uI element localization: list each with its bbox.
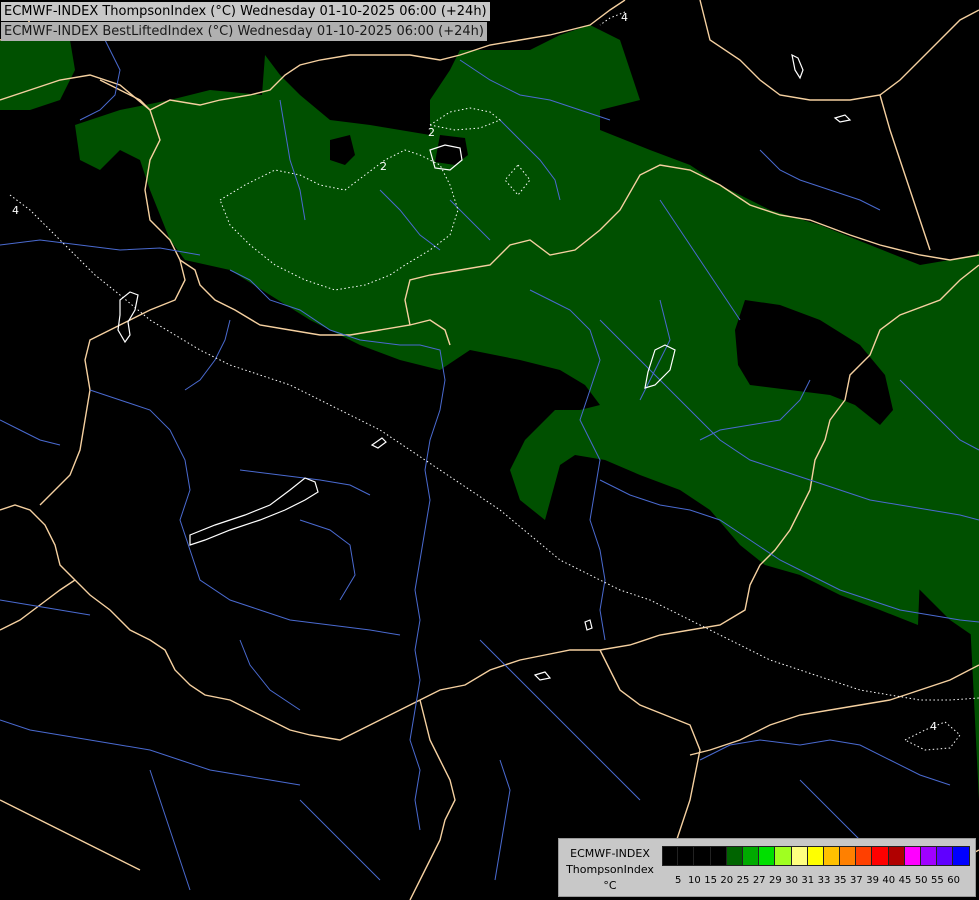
legend-swatch bbox=[742, 846, 760, 866]
legend-swatch bbox=[840, 846, 857, 866]
legend-tick: 40 bbox=[882, 875, 896, 886]
legend-tick: 20 bbox=[720, 875, 734, 886]
legend-swatch bbox=[953, 846, 970, 866]
legend-swatch bbox=[888, 846, 905, 866]
legend-swatch bbox=[678, 846, 695, 866]
contour-label-4-north: 4 bbox=[621, 11, 628, 24]
legend-tick: 5 bbox=[675, 875, 682, 886]
contour-label-4-west: 4 bbox=[12, 204, 19, 217]
weather-map: 4 2 2 4 4 bbox=[0, 0, 979, 900]
legend-tick: 45 bbox=[898, 875, 912, 886]
legend-tick: 37 bbox=[850, 875, 863, 886]
contour-label-2-north: 2 bbox=[428, 126, 435, 139]
legend-tick: 35 bbox=[833, 875, 847, 886]
legend-swatch bbox=[921, 846, 938, 866]
legend-swatch bbox=[856, 846, 873, 866]
legend-tick: 27 bbox=[752, 875, 766, 886]
color-legend: ECMWF-INDEX ThompsonIndex °C 5 10 15 20 25 27… bbox=[558, 838, 976, 897]
map-title-thompson-index: ECMWF-INDEX ThompsonIndex (°C) Wednesday… bbox=[1, 2, 490, 21]
legend-tick: 39 bbox=[866, 875, 879, 886]
legend-swatch bbox=[937, 846, 954, 866]
legend-tick: 10 bbox=[688, 875, 701, 886]
legend-swatch bbox=[823, 846, 841, 866]
legend-tick: 55 bbox=[931, 875, 944, 886]
legend-tick: 30 bbox=[785, 875, 798, 886]
legend-tick: 33 bbox=[817, 875, 831, 886]
legend-swatch bbox=[872, 846, 889, 866]
legend-swatch bbox=[710, 846, 727, 866]
contour-label-2-inner: 2 bbox=[380, 160, 387, 173]
legend-swatch bbox=[726, 846, 743, 866]
legend-tick: 50 bbox=[914, 875, 928, 886]
legend-tick: 31 bbox=[801, 875, 815, 886]
legend-swatch bbox=[791, 846, 808, 866]
legend-tick: 60 bbox=[947, 875, 960, 886]
legend-swatch bbox=[807, 846, 824, 866]
legend-tick: 25 bbox=[736, 875, 750, 886]
contour-label-4-east: 4 bbox=[930, 720, 937, 733]
legend-swatch bbox=[759, 846, 776, 866]
legend-tick: 15 bbox=[704, 875, 717, 886]
legend-color-swatches bbox=[662, 846, 970, 866]
map-title-best-lifted-index: ECMWF-INDEX BestLiftedIndex (°C) Wednesd… bbox=[1, 22, 487, 41]
legend-unit-label: °C bbox=[603, 879, 617, 892]
legend-tick: 29 bbox=[769, 875, 782, 886]
legend-swatch bbox=[775, 846, 792, 866]
legend-swatch bbox=[662, 846, 679, 866]
legend-swatch bbox=[694, 846, 711, 866]
legend-swatch bbox=[904, 846, 921, 866]
legend-parameter-label: ThompsonIndex bbox=[566, 863, 654, 876]
legend-model-label: ECMWF-INDEX bbox=[570, 847, 650, 860]
